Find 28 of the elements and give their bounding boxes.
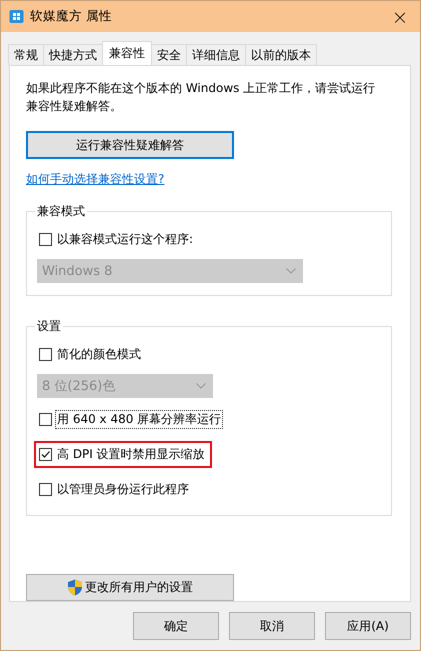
checkbox[interactable] <box>39 413 52 426</box>
checkbox-label: 以管理员身份运行此程序 <box>56 481 190 498</box>
checkbox[interactable] <box>39 233 52 246</box>
checkbox-label: 以兼容模式运行这个程序: <box>56 231 194 248</box>
chevron-down-icon <box>196 383 206 390</box>
change-all-users-button[interactable]: 更改所有用户的设置 <box>26 574 234 601</box>
checkbox-label: 用 640 x 480 屏幕分辨率运行 <box>55 410 224 430</box>
dropdown-value: 8 位(256)色 <box>42 378 116 396</box>
intro-text: 如果此程序不能在这个版本的 Windows 上正常工作，请尝试运行兼容性疑难解答。 <box>26 80 376 115</box>
help-link[interactable]: 如何手动选择兼容性设置? <box>26 171 164 188</box>
window-title: 软媒魔方 属性 <box>30 8 113 25</box>
tab[interactable]: 常规 <box>8 44 44 65</box>
chevron-down-icon <box>286 268 296 274</box>
checkbox[interactable] <box>39 483 52 496</box>
close-button[interactable]: × <box>380 1 420 32</box>
tab[interactable]: 兼容性 <box>102 41 152 65</box>
tab[interactable]: 以前的版本 <box>245 44 317 65</box>
dialog-button[interactable]: 应用(A) <box>325 612 411 640</box>
checkbox[interactable] <box>39 448 52 462</box>
checkbox-label: 高 DPI 设置时禁用显示缩放 <box>56 446 206 464</box>
checkbox[interactable] <box>39 348 52 362</box>
app-icon <box>9 9 24 24</box>
dropdown-value: Windows 8 <box>42 264 112 279</box>
dialog-button[interactable]: 确定 <box>133 612 219 640</box>
troubleshoot-button[interactable]: 运行兼容性疑难解答 <box>26 131 234 160</box>
dialog-button[interactable]: 取消 <box>229 612 315 640</box>
shield-icon <box>67 579 83 596</box>
checkbox-label: 简化的颜色模式 <box>56 346 142 364</box>
